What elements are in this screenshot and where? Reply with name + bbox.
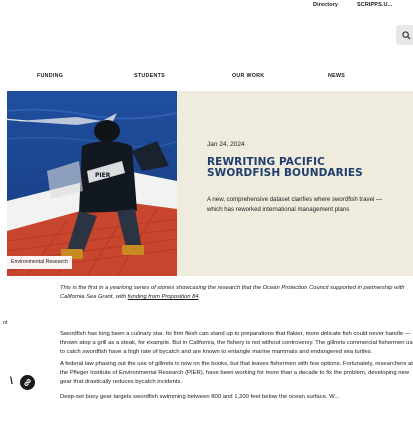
- intro-end: .: [198, 294, 201, 300]
- article-paragraph: Swordfish has long been a culinary star.…: [60, 331, 413, 355]
- hero-image: PIER: [7, 91, 177, 276]
- main-nav: FUNDING STUDENTS OUR WORK NEWS: [0, 73, 413, 83]
- article-date: Jan 24, 2024: [207, 141, 245, 148]
- article-intro: This is the first in a yearlong series o…: [60, 284, 413, 302]
- utility-nav: Directory SCRIPPS.U...: [0, 2, 413, 14]
- share-controls: \: [10, 375, 38, 391]
- intro-text: This is the first in a yearlong series o…: [60, 285, 405, 300]
- nav-students[interactable]: STUDENTS: [134, 73, 165, 79]
- nav-our-work[interactable]: OUR WORK: [232, 73, 264, 79]
- svg-text:PIER: PIER: [95, 172, 111, 179]
- nav-news[interactable]: NEWS: [328, 73, 345, 79]
- chevron-left-icon[interactable]: \: [10, 376, 13, 387]
- copy-link-button[interactable]: [20, 375, 35, 390]
- article-title: REWRITING PACIFIC SWORDFISH BOUNDARIES: [207, 156, 363, 179]
- article-paragraph: Deep-set buoy gear targets swordfish swi…: [60, 394, 340, 400]
- nav-funding[interactable]: FUNDING: [37, 73, 63, 79]
- sidebar-text-fragment: nt: [3, 320, 8, 326]
- hero-image-caption: Environmental Research: [7, 256, 72, 269]
- link-icon: [24, 379, 31, 386]
- search-button[interactable]: [396, 25, 413, 45]
- proposition-84-link[interactable]: funding from Proposition 84: [128, 294, 199, 300]
- article-paragraph: A federal law phasing out the use of gil…: [60, 361, 413, 385]
- scripps-link[interactable]: SCRIPPS.U...: [357, 2, 392, 8]
- article-subtitle: A new, comprehensive dataset clarifies w…: [207, 196, 383, 213]
- search-icon: [402, 31, 411, 40]
- directory-link[interactable]: Directory: [313, 2, 338, 8]
- hero-panel: [177, 91, 413, 276]
